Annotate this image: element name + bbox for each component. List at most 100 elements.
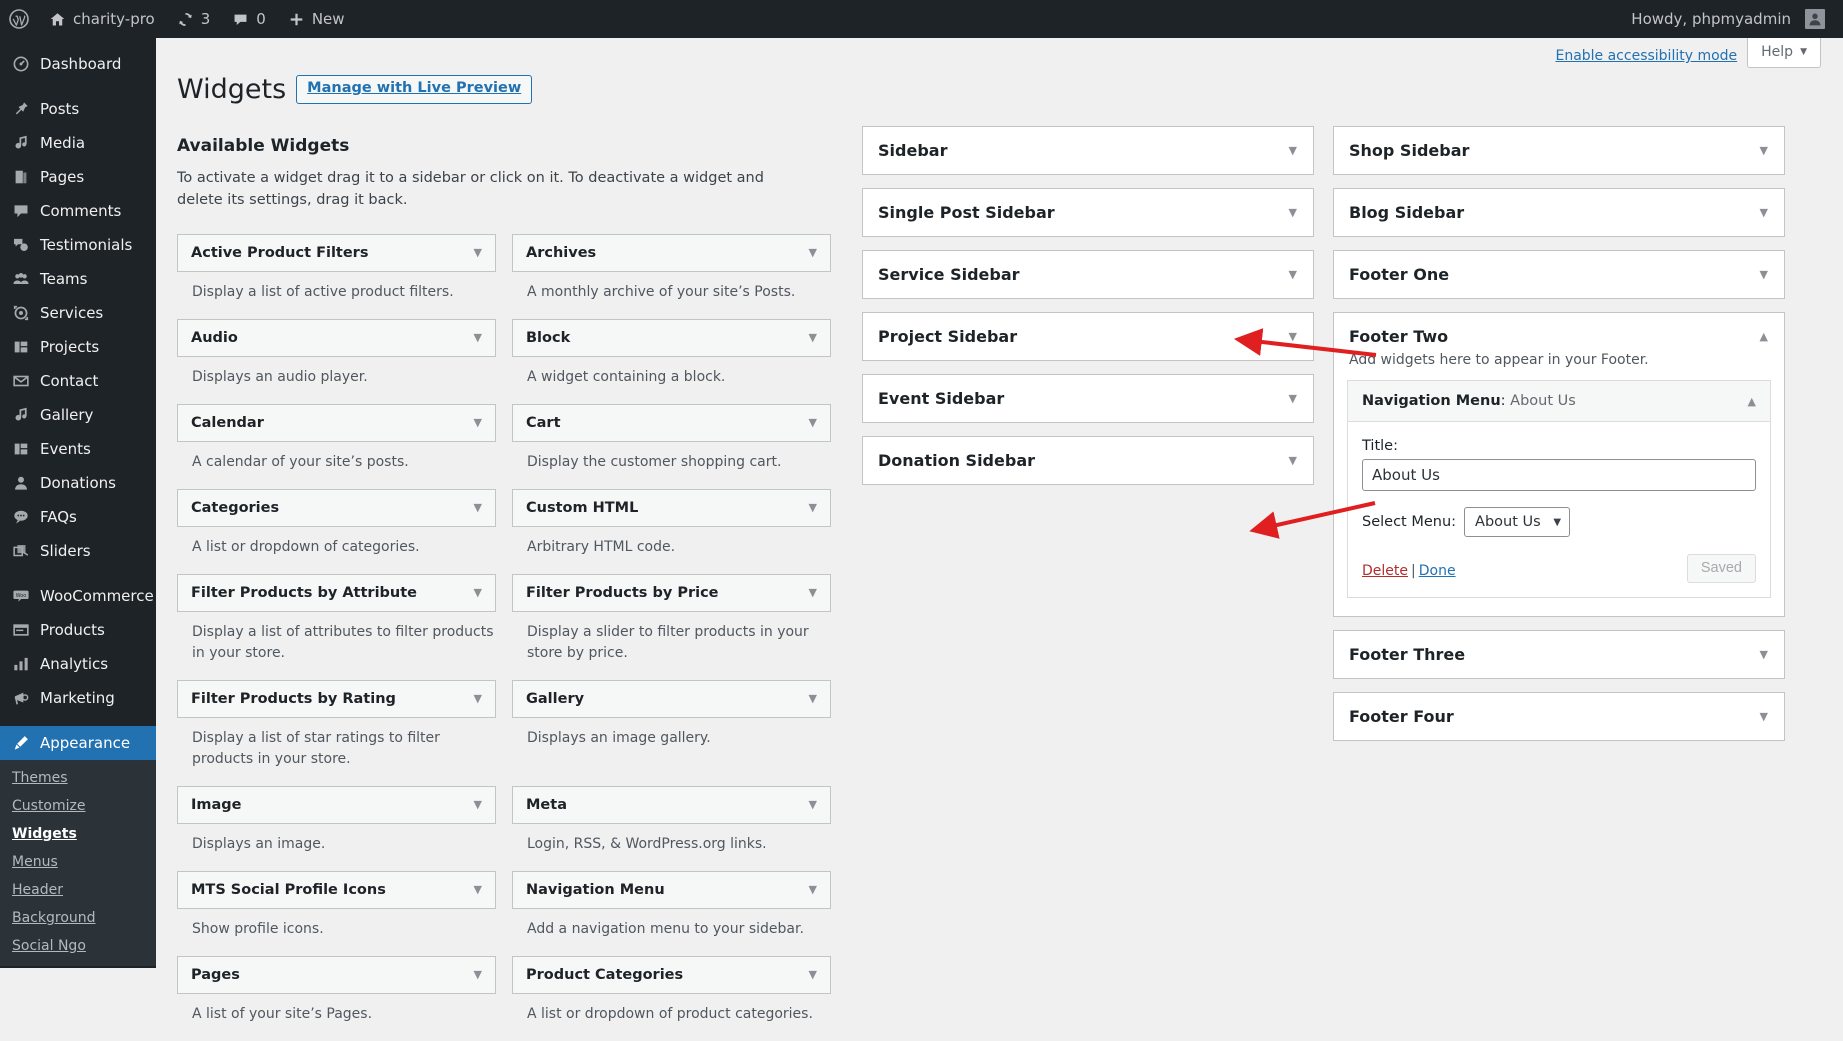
my-account-button[interactable]: Howdy, phpmyadmin (1620, 0, 1843, 38)
widget-navigation-menu[interactable]: Navigation Menu ▼ (512, 870, 831, 909)
manage-with-live-preview-button[interactable]: Manage with Live Preview (296, 75, 533, 105)
chevron-down-icon[interactable]: ▼ (474, 247, 482, 258)
submenu-item-background[interactable]: Background (0, 904, 156, 932)
widget-filter-products-by-price[interactable]: Filter Products by Price ▼ (512, 573, 831, 612)
site-name-button[interactable]: charity-pro (38, 0, 166, 38)
chevron-down-icon[interactable]: ▼ (474, 884, 482, 895)
widget-filter-products-by-rating[interactable]: Filter Products by Rating ▼ (177, 679, 496, 718)
comments-button[interactable]: 0 (221, 0, 277, 38)
widget-active-product-filters[interactable]: Active Product Filters ▼ (177, 233, 496, 272)
widget-meta[interactable]: Meta ▼ (512, 785, 831, 824)
chevron-down-icon[interactable]: ▼ (1289, 145, 1297, 156)
select-menu-dropdown[interactable]: About Us ▼ (1464, 507, 1571, 537)
chevron-down-icon[interactable]: ▼ (809, 502, 817, 513)
delete-widget-link[interactable]: Delete (1362, 563, 1408, 579)
widget-header[interactable]: Navigation Menu: About Us ▲ (1348, 381, 1770, 422)
sidebar-item-gallery[interactable]: Gallery (0, 398, 156, 432)
new-content-button[interactable]: New (277, 0, 356, 38)
submenu-item-customize[interactable]: Customize (0, 792, 156, 820)
sidebar-box-shop-sidebar[interactable]: Shop Sidebar ▼ (1333, 126, 1785, 175)
sidebar-box-header[interactable]: Project Sidebar ▼ (863, 313, 1313, 360)
chevron-down-icon[interactable]: ▼ (809, 884, 817, 895)
chevron-down-icon[interactable]: ▼ (1760, 649, 1768, 660)
sidebar-box-header[interactable]: Donation Sidebar ▼ (863, 437, 1313, 484)
widget-filter-products-by-attribute[interactable]: Filter Products by Attribute ▼ (177, 573, 496, 612)
widget-mts-social-profile-icons[interactable]: MTS Social Profile Icons ▼ (177, 870, 496, 909)
chevron-up-icon[interactable]: ▲ (1748, 396, 1756, 407)
done-link[interactable]: Done (1419, 563, 1456, 579)
chevron-down-icon[interactable]: ▼ (809, 332, 817, 343)
sidebar-item-contact[interactable]: Contact (0, 364, 156, 398)
sidebar-item-products[interactable]: Products (0, 613, 156, 647)
widget-custom-html[interactable]: Custom HTML ▼ (512, 488, 831, 527)
sidebar-box-header[interactable]: Event Sidebar ▼ (863, 375, 1313, 422)
chevron-down-icon[interactable]: ▼ (1289, 207, 1297, 218)
sidebar-item-donations[interactable]: Donations (0, 466, 156, 500)
sidebar-item-analytics[interactable]: Analytics (0, 647, 156, 681)
sidebar-box-event-sidebar[interactable]: Event Sidebar ▼ (862, 374, 1314, 423)
chevron-up-icon[interactable]: ▲ (1760, 331, 1768, 342)
sidebar-box-donation-sidebar[interactable]: Donation Sidebar ▼ (862, 436, 1314, 485)
sidebar-box-header[interactable]: Single Post Sidebar ▼ (863, 189, 1313, 236)
chevron-down-icon[interactable]: ▼ (1289, 393, 1297, 404)
sidebar-item-woocommerce[interactable]: Woo WooCommerce (0, 579, 156, 613)
sidebar-box-header[interactable]: Blog Sidebar ▼ (1334, 189, 1784, 236)
sidebar-item-posts[interactable]: Posts (0, 92, 156, 126)
widget-title-input[interactable] (1362, 459, 1756, 491)
chevron-down-icon[interactable]: ▼ (474, 799, 482, 810)
widget-navigation-menu-about-us[interactable]: Navigation Menu: About Us ▲ Title: Selec… (1347, 380, 1771, 598)
updates-button[interactable]: 3 (166, 0, 222, 38)
sidebar-item-teams[interactable]: Teams (0, 262, 156, 296)
sidebar-box-footer-one[interactable]: Footer One ▼ (1333, 250, 1785, 299)
sidebar-item-media[interactable]: Media (0, 126, 156, 160)
sidebar-item-pages[interactable]: Pages (0, 160, 156, 194)
chevron-down-icon[interactable]: ▼ (809, 417, 817, 428)
chevron-down-icon[interactable]: ▼ (1289, 331, 1297, 342)
chevron-down-icon[interactable]: ▼ (809, 587, 817, 598)
widget-gallery[interactable]: Gallery ▼ (512, 679, 831, 718)
chevron-down-icon[interactable]: ▼ (809, 799, 817, 810)
widget-archives[interactable]: Archives ▼ (512, 233, 831, 272)
sidebar-box-footer-four[interactable]: Footer Four ▼ (1333, 692, 1785, 741)
sidebar-box-header[interactable]: Footer Three ▼ (1334, 631, 1784, 678)
chevron-down-icon[interactable]: ▼ (809, 969, 817, 980)
widget-calendar[interactable]: Calendar ▼ (177, 403, 496, 442)
chevron-down-icon[interactable]: ▼ (474, 417, 482, 428)
chevron-down-icon[interactable]: ▼ (474, 587, 482, 598)
submenu-item-widgets[interactable]: Widgets (0, 820, 156, 848)
widget-categories[interactable]: Categories ▼ (177, 488, 496, 527)
sidebar-item-marketing[interactable]: Marketing (0, 681, 156, 715)
chevron-down-icon[interactable]: ▼ (1289, 455, 1297, 466)
sidebar-item-appearance[interactable]: Appearance (0, 726, 164, 760)
sidebar-box-service-sidebar[interactable]: Service Sidebar ▼ (862, 250, 1314, 299)
chevron-down-icon[interactable]: ▼ (474, 693, 482, 704)
submenu-item-menus[interactable]: Menus (0, 848, 156, 876)
sidebar-item-testimonials[interactable]: Testimonials (0, 228, 156, 262)
sidebar-box-footer-two[interactable]: Footer Two ▲ Add widgets here to appear … (1333, 312, 1785, 617)
sidebar-item-events[interactable]: Events (0, 432, 156, 466)
help-tab-button[interactable]: Help ▼ (1747, 38, 1821, 68)
chevron-down-icon[interactable]: ▼ (809, 693, 817, 704)
sidebar-item-sliders[interactable]: Sliders (0, 534, 156, 568)
sidebar-item-faqs[interactable]: FAQs (0, 500, 156, 534)
chevron-down-icon[interactable]: ▼ (474, 969, 482, 980)
chevron-down-icon[interactable]: ▼ (1760, 207, 1768, 218)
chevron-down-icon[interactable]: ▼ (1760, 269, 1768, 280)
sidebar-box-header[interactable]: Service Sidebar ▼ (863, 251, 1313, 298)
wordpress-logo-button[interactable] (0, 0, 38, 38)
sidebar-box-single-post-sidebar[interactable]: Single Post Sidebar ▼ (862, 188, 1314, 237)
widget-cart[interactable]: Cart ▼ (512, 403, 831, 442)
chevron-down-icon[interactable]: ▼ (474, 332, 482, 343)
sidebar-box-header[interactable]: Sidebar ▼ (863, 127, 1313, 174)
sidebar-box-blog-sidebar[interactable]: Blog Sidebar ▼ (1333, 188, 1785, 237)
sidebar-box-header[interactable]: Shop Sidebar ▼ (1334, 127, 1784, 174)
widget-block[interactable]: Block ▼ (512, 318, 831, 357)
chevron-down-icon[interactable]: ▼ (809, 247, 817, 258)
chevron-down-icon[interactable]: ▼ (1760, 145, 1768, 156)
submenu-item-social-ngo[interactable]: Social Ngo (0, 932, 156, 960)
sidebar-box-sidebar[interactable]: Sidebar ▼ (862, 126, 1314, 175)
chevron-down-icon[interactable]: ▼ (1760, 711, 1768, 722)
sidebar-item-comments[interactable]: Comments (0, 194, 156, 228)
sidebar-item-services[interactable]: Services (0, 296, 156, 330)
submenu-item-themes[interactable]: Themes (0, 764, 156, 792)
